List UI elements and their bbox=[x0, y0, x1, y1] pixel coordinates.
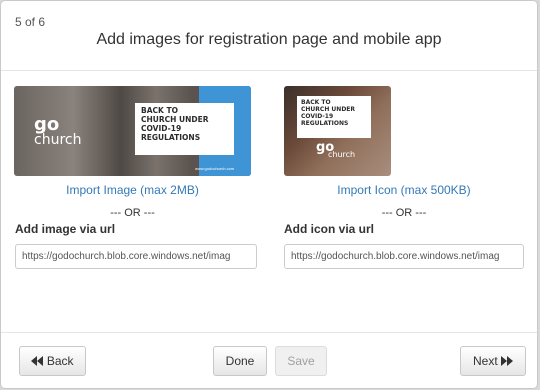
done-button[interactable]: Done bbox=[213, 346, 267, 376]
church-logo-text: church bbox=[34, 132, 82, 148]
banner-line: REGULATIONS bbox=[141, 132, 201, 142]
registration-image-preview: BACK TO CHURCH UNDER COVID-19 REGULATION… bbox=[14, 86, 251, 176]
icon-image-preview: BACK TO CHURCH UNDER COVID-19 REGULATION… bbox=[284, 86, 391, 176]
icon-line: BACK TO bbox=[301, 99, 331, 106]
back-arrow-icon bbox=[37, 356, 44, 366]
back-button[interactable]: Back bbox=[19, 346, 86, 376]
step-indicator: 5 of 6 bbox=[15, 15, 46, 29]
banner-site-url: www.godochurch.com bbox=[195, 166, 235, 171]
image-or-separator: --- OR --- bbox=[110, 207, 155, 219]
icon-or-separator: --- OR --- bbox=[381, 207, 427, 219]
import-icon-link[interactable]: Import Icon (max 500KB) bbox=[284, 183, 524, 197]
header-divider bbox=[1, 70, 537, 71]
dialog: 5 of 6 Add images for registration page … bbox=[0, 0, 538, 389]
icon-line: COVID-19 bbox=[301, 113, 334, 121]
back-button-label: Back bbox=[46, 354, 74, 368]
icon-church-logo-text: church bbox=[328, 150, 356, 159]
dialog-title: Add images for registration page and mob… bbox=[96, 31, 442, 48]
next-button[interactable]: Next bbox=[460, 346, 526, 376]
icon-text-card: BACK TO CHURCH UNDER COVID-19 REGULATION… bbox=[297, 96, 371, 138]
icon-url-input[interactable]: https://godochurch.blob.core.windows.net… bbox=[284, 244, 524, 269]
save-button: Save bbox=[275, 346, 327, 376]
import-image-link[interactable]: Import Image (max 2MB) bbox=[14, 183, 251, 197]
next-arrow-icon bbox=[507, 356, 514, 366]
image-url-input[interactable]: https://godochurch.blob.core.windows.net… bbox=[15, 244, 257, 269]
icon-line: CHURCH UNDER bbox=[301, 106, 356, 114]
next-button-label: Next bbox=[472, 354, 498, 368]
icon-url-label: Add icon via url bbox=[284, 222, 375, 236]
banner-text-card: BACK TO CHURCH UNDER COVID-19 REGULATION… bbox=[135, 103, 234, 155]
footer-divider bbox=[1, 332, 537, 333]
image-url-label: Add image via url bbox=[15, 222, 116, 236]
icon-line: REGULATIONS bbox=[301, 120, 349, 128]
